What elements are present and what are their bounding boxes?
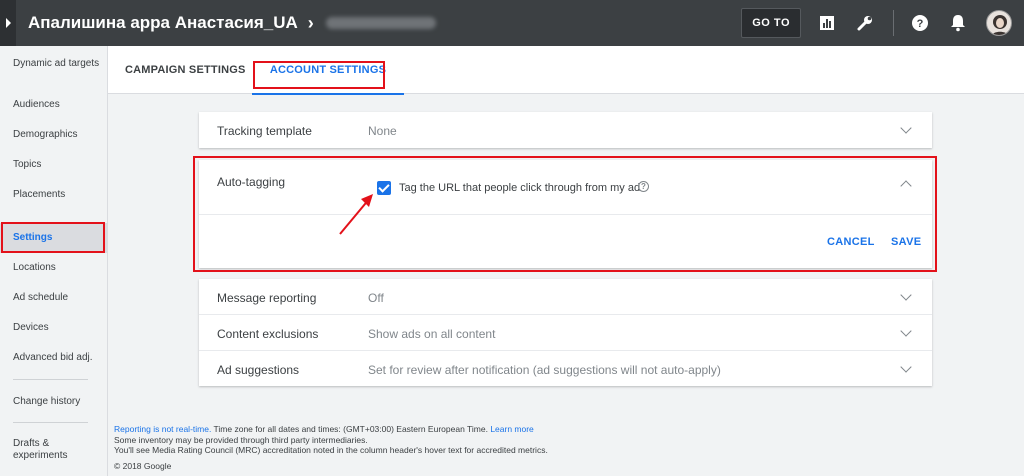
row-divider <box>199 350 932 351</box>
expand-icon <box>5 18 11 28</box>
sidebar-item-dynamic-ad-targets[interactable]: Dynamic ad targets <box>0 58 108 70</box>
go-to-button[interactable]: GO TO <box>741 8 801 38</box>
tracking-template-label: Tracking template <box>217 124 312 138</box>
chevron-down-icon[interactable] <box>900 325 912 337</box>
sidebar-item-topics[interactable]: Topics <box>0 159 108 171</box>
reports-icon[interactable] <box>817 13 837 33</box>
inventory-note: Some inventory may be provided through t… <box>114 434 368 445</box>
active-tab-indicator <box>252 93 404 95</box>
sidebar-item-change-history[interactable]: Change history <box>0 396 108 408</box>
highlight-settings <box>1 222 105 253</box>
message-reporting-value: Off <box>368 291 384 305</box>
settings-tabs: CAMPAIGN SETTINGS ACCOUNT SETTINGS <box>108 46 1024 95</box>
mrc-note: You'll see Media Rating Council (MRC) ac… <box>114 445 548 455</box>
tab-campaign-settings[interactable]: CAMPAIGN SETTINGS <box>125 46 246 94</box>
copyright: © 2018 Google <box>114 460 172 471</box>
tools-icon[interactable] <box>855 13 875 33</box>
sidebar-item-audiences[interactable]: Audiences <box>0 99 108 111</box>
tracking-template-value: None <box>368 124 397 138</box>
ad-suggestions-value: Set for review after notification (ad su… <box>368 363 721 377</box>
help-icon[interactable]: ? <box>910 13 930 33</box>
blurred-account-id <box>325 17 436 29</box>
chevron-right-icon: › <box>307 12 314 33</box>
sidebar-item-locations[interactable]: Locations <box>0 262 108 274</box>
sidebar-item-devices[interactable]: Devices <box>0 322 108 334</box>
highlight-account-settings <box>253 61 385 89</box>
sidebar: Dynamic ad targets Audiences Demographic… <box>0 46 108 476</box>
timezone-text: Time zone for all dates and times: (GMT+… <box>211 424 491 434</box>
notifications-icon[interactable] <box>948 13 968 33</box>
message-reporting-label[interactable]: Message reporting <box>217 291 316 305</box>
sidebar-item-placements[interactable]: Placements <box>0 189 108 201</box>
learn-more-link[interactable]: Learn more <box>490 424 533 434</box>
sidebar-item-demographics[interactable]: Demographics <box>0 129 108 141</box>
toolbar-divider <box>893 10 894 36</box>
svg-text:?: ? <box>917 18 924 30</box>
sidebar-item-drafts-experiments[interactable]: Drafts & experiments <box>0 438 70 462</box>
annotation-arrow <box>339 194 373 235</box>
tracking-template-row[interactable]: Tracking template None <box>199 112 932 148</box>
account-title[interactable]: Апалишина аppа Анастасия_UA <box>28 13 298 33</box>
footer: Reporting is not real-time. Time zone fo… <box>114 424 548 471</box>
sidebar-divider <box>13 379 88 380</box>
content-exclusions-value: Show ads on all content <box>368 327 496 341</box>
avatar[interactable] <box>986 10 1012 36</box>
menu-toggle-button[interactable] <box>0 0 16 46</box>
ad-suggestions-label[interactable]: Ad suggestions <box>217 363 299 377</box>
row-divider <box>199 314 932 315</box>
chevron-down-icon[interactable] <box>900 122 912 134</box>
settings-list-card: Message reporting Off Content exclusions… <box>199 279 932 386</box>
top-bar: Апалишина аppа Анастасия_UA › GO TO ? <box>0 0 1024 46</box>
sidebar-item-advanced-bid-adj[interactable]: Advanced bid adj. <box>0 352 108 364</box>
content-exclusions-label[interactable]: Content exclusions <box>217 327 318 341</box>
sidebar-divider <box>13 422 88 423</box>
highlight-auto-tagging <box>193 156 937 272</box>
sidebar-item-ad-schedule[interactable]: Ad schedule <box>0 292 108 304</box>
chevron-down-icon[interactable] <box>900 289 912 301</box>
chevron-down-icon[interactable] <box>900 361 912 373</box>
reporting-link[interactable]: Reporting is not real-time. <box>114 424 211 434</box>
